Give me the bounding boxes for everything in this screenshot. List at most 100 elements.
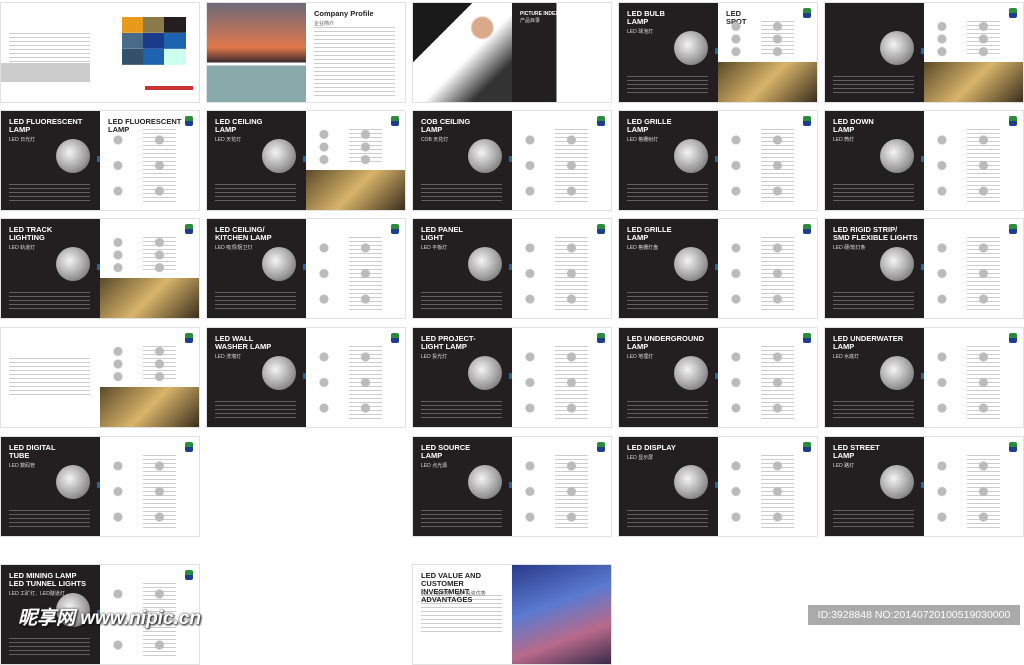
spread-title: LED DISPLAY (627, 443, 676, 452)
spread-title: Company Profile (314, 9, 374, 18)
spread-title: LED DOWN LAMP (833, 117, 874, 134)
catalog-spread[interactable]: LED DISPLAY LED 显示屏 (618, 436, 818, 537)
brand-logo (1009, 8, 1017, 18)
spread-subtitle: LED 硬/软灯条 (833, 245, 866, 251)
product-image (468, 247, 502, 281)
product-list (314, 237, 397, 310)
product-list (932, 455, 1015, 528)
catalog-spread[interactable]: LED VALUE AND CUSTOMER INVESTMENT ADVANT… (412, 564, 612, 665)
catalog-spread[interactable] (824, 2, 1024, 103)
brand-logo (391, 224, 399, 234)
left-page: LED DIGITAL TUBE LED 数码管 (1, 437, 100, 536)
spread-title: LED MINING LAMP LED TUNNEL LIGHTS (9, 571, 86, 588)
left-page: LED TRACK LIGHTING LED 轨道灯 (1, 219, 100, 318)
left-page: LED WALL WASHER LAMP LED 洗墙灯 (207, 328, 306, 427)
application-photo (306, 170, 405, 210)
catalog-spread[interactable]: LED PROJECT- LIGHT LAMP LED 投光灯 (412, 327, 612, 428)
catalog-spread[interactable]: LED UNDERGROUND LAMP LED 地埋灯 (618, 327, 818, 428)
product-image (880, 356, 914, 390)
spread-title: LED CEILING/ KITCHEN LAMP (215, 225, 272, 242)
text-block (9, 358, 90, 398)
brand-logo (597, 116, 605, 126)
right-page (924, 111, 1023, 210)
right-page (512, 437, 611, 536)
left-page: LED STREET LAMP LED 路灯 (825, 437, 924, 536)
catalog-spread[interactable]: LED FLUORESCENT LAMP LED 日光灯 LED FLUORESCE… (0, 110, 200, 211)
right-page (100, 219, 199, 318)
right-page: LED SPOT (718, 3, 817, 102)
catalog-spread[interactable]: LED DOWN LAMP LED 筒灯 (824, 110, 1024, 211)
product-list (726, 237, 809, 310)
catalog-spread[interactable]: PICTURE INDEX 产品目录 (412, 2, 612, 103)
product-list (932, 21, 1015, 58)
catalog-spread[interactable]: LED RIGID STRIP/ SMD FLEXIBLE LIGHTS LED … (824, 218, 1024, 319)
left-page: LED DISPLAY LED 显示屏 (619, 437, 718, 536)
product-list (314, 129, 397, 166)
catalog-spread[interactable]: LED WALL WASHER LAMP LED 洗墙灯 (206, 327, 406, 428)
product-list (520, 455, 603, 528)
spread-title: LED GRILLE LAMP (627, 117, 672, 134)
product-image (468, 465, 502, 499)
brand-logo (803, 442, 811, 452)
spread-subtitle: LED 轨道灯 (9, 245, 36, 251)
catalog-spread[interactable]: LED CEILING LAMP LED 天花灯 (206, 110, 406, 211)
brand-logo (597, 442, 605, 452)
left-page: LED DOWN LAMP LED 筒灯 (825, 111, 924, 210)
left-page: LED RIGID STRIP/ SMD FLEXIBLE LIGHTS LED … (825, 219, 924, 318)
product-list (314, 346, 397, 419)
catalog-spread[interactable]: LED GRILLE LAMP LED 格栅灯盘 (618, 218, 818, 319)
text-block (215, 184, 296, 202)
spread-subtitle: LED 工矿灯、LED隧道灯 (9, 591, 65, 597)
right-page (924, 328, 1023, 427)
product-image (468, 356, 502, 390)
brand-logo (803, 224, 811, 234)
product-image (262, 356, 296, 390)
spread-title: LED RIGID STRIP/ SMD FLEXIBLE LIGHTS (833, 225, 918, 242)
text-block (9, 638, 90, 656)
spread-subtitle: LED 地埋灯 (627, 354, 654, 360)
product-image (262, 247, 296, 281)
catalog-spread[interactable]: COB CEILING LAMP COB 天花灯 (412, 110, 612, 211)
catalog-spread[interactable]: LED UNDERWATER LAMP LED 水底灯 (824, 327, 1024, 428)
text-block (627, 292, 708, 310)
spread-subtitle: LED 格栅灯盘 (627, 245, 659, 251)
catalog-spread[interactable]: LED SOURCE LAMP LED 点光源 (412, 436, 612, 537)
catalog-spread[interactable]: LED TRACK LIGHTING LED 轨道灯 (0, 218, 200, 319)
spread-title: LED TRACK LIGHTING (9, 225, 53, 242)
catalog-spread[interactable]: LED STREET LAMP LED 路灯 (824, 436, 1024, 537)
catalog-spread[interactable]: LED GRILLE LAMP LED 格栅射灯 (618, 110, 818, 211)
brand-logo (803, 8, 811, 18)
catalog-spread[interactable]: LED BULB LAMP LED 球泡灯 LED SPOT (618, 2, 818, 103)
brand-logo (597, 333, 605, 343)
left-page: COB CEILING LAMP COB 天花灯 (413, 111, 512, 210)
product-image (880, 247, 914, 281)
brand-logo (1009, 224, 1017, 234)
image-id-badge: ID:3928848 NO:20140720100519030000 (808, 605, 1020, 625)
catalog-spread[interactable]: LED DIGITAL TUBE LED 数码管 (0, 436, 200, 537)
catalog-spread[interactable]: LED CEILING/ KITCHEN LAMP LED 吸顶/厨卫灯 (206, 218, 406, 319)
right-page (512, 328, 611, 427)
product-list (520, 237, 603, 310)
text-block (421, 292, 502, 310)
catalog-spread[interactable]: LED PANEL LIGHT LED 平板灯 (412, 218, 612, 319)
left-page: LED VALUE AND CUSTOMER INVESTMENT ADVANT… (413, 565, 512, 664)
brand-logo (185, 224, 193, 234)
application-photo (718, 62, 817, 102)
right-page (100, 3, 199, 102)
product-image (674, 31, 708, 65)
product-list (108, 455, 191, 528)
left-page: LED PANEL LIGHT LED 平板灯 (413, 219, 512, 318)
spread-title: COB CEILING LAMP (421, 117, 471, 134)
right-page: Company Profile 企业简介 (306, 3, 405, 102)
spread-subtitle: LED 点光源 (421, 463, 448, 469)
left-page: LED CEILING LAMP LED 天花灯 (207, 111, 306, 210)
product-image (468, 139, 502, 173)
catalog-spread[interactable] (0, 327, 200, 428)
catalog-spread[interactable] (0, 2, 200, 103)
catalog-spread[interactable]: Company Profile 企业简介 (206, 2, 406, 103)
spread-subtitle: LED 球泡灯 (627, 29, 654, 35)
right-page: LED FLUORESCENT LAMP (100, 111, 199, 210)
spread-title: LED CEILING LAMP (215, 117, 263, 134)
right-page (924, 437, 1023, 536)
product-list (108, 237, 191, 274)
